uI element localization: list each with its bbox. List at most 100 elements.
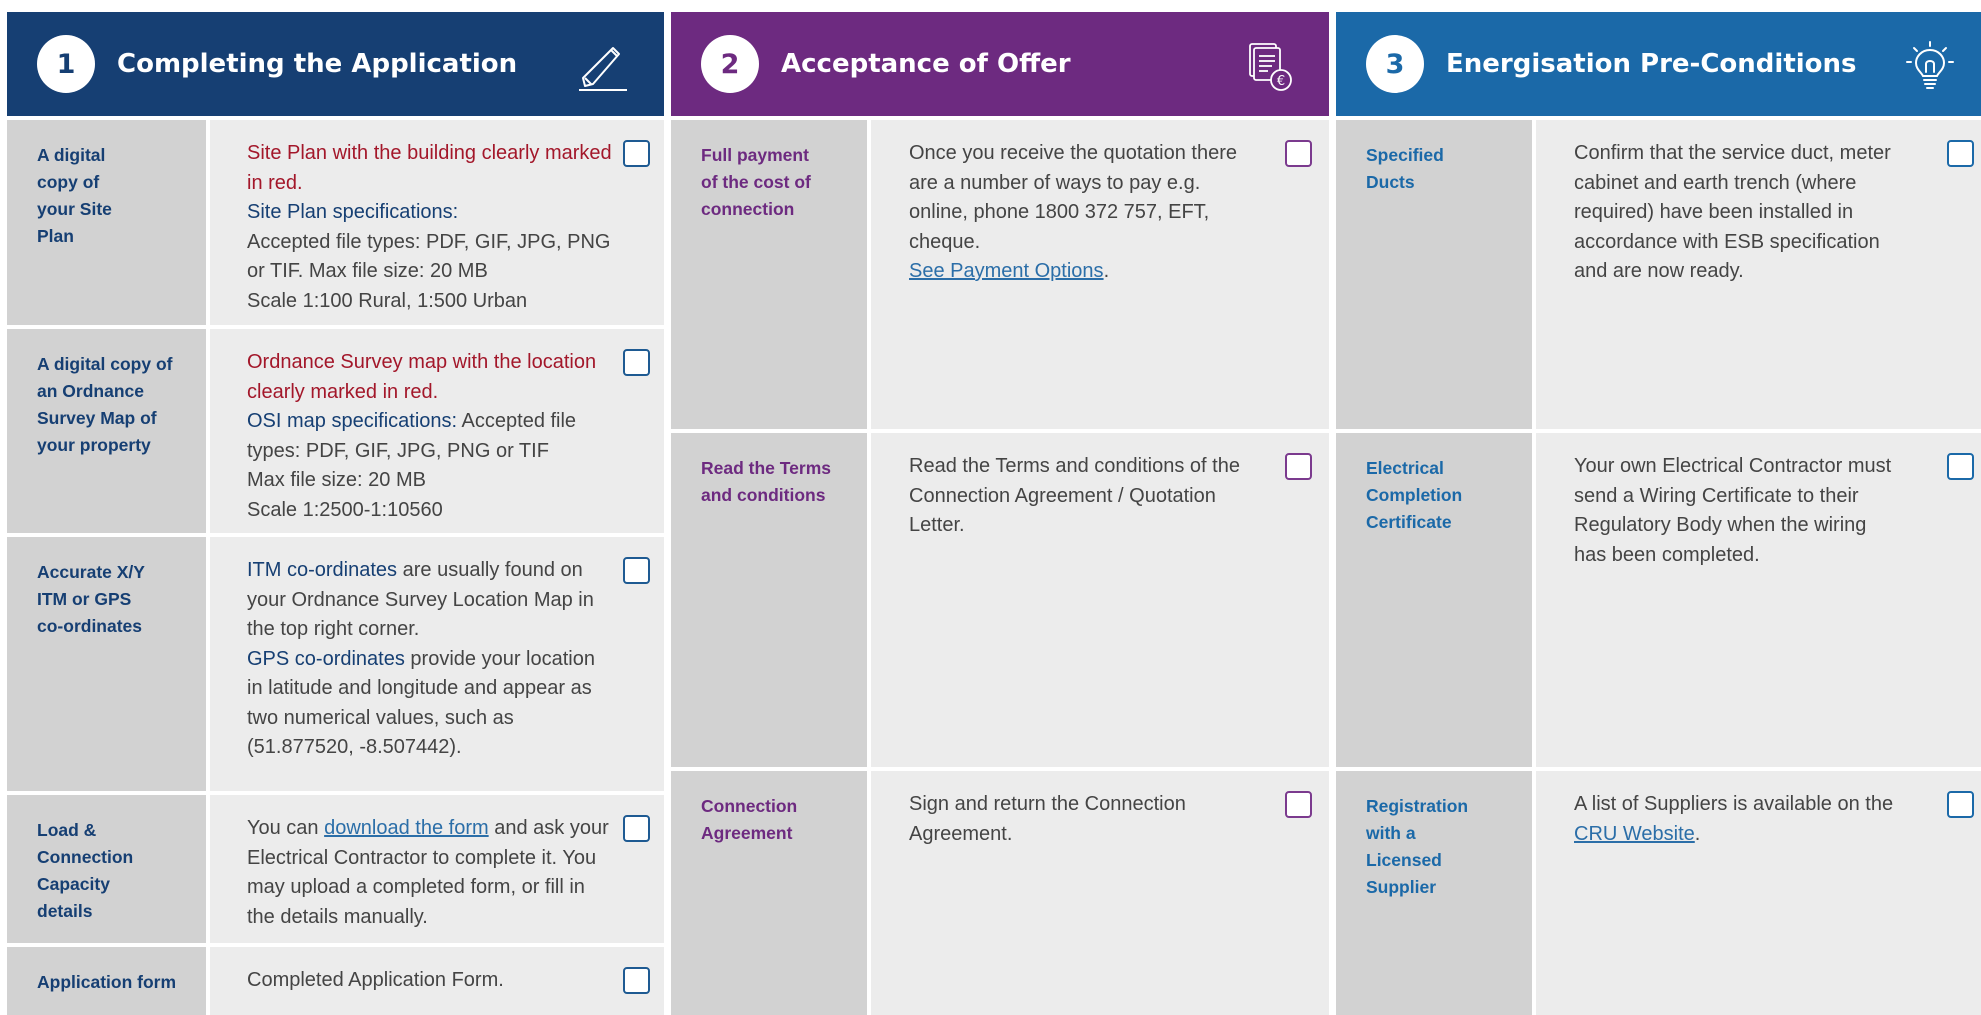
- document-euro-icon: €: [1249, 43, 1292, 91]
- description-text: ITM co-ordinates: [247, 559, 398, 581]
- description-text: Ordnance Survey map with the location cl…: [247, 351, 597, 403]
- description-line: Once you receive the quotation there are…: [909, 139, 1249, 257]
- checkbox[interactable]: [1947, 453, 1974, 480]
- checkbox[interactable]: [1285, 140, 1312, 167]
- row-label: A digital copy of your Site Plan: [7, 120, 206, 325]
- row-label: Full payment of the cost of connection: [671, 120, 867, 429]
- checklist-page: 1 Completing the Application A digital c…: [0, 0, 1981, 1015]
- description-text: Completed Application Form.: [247, 969, 504, 991]
- description-text: Your own Electrical Contractor must send…: [1574, 455, 1892, 566]
- checkbox[interactable]: [623, 140, 650, 167]
- checklist-row: Registration with a Licensed Supplier A …: [1336, 771, 1981, 1015]
- row-label: Read the Terms and conditions: [671, 433, 867, 767]
- description-text: You can: [247, 817, 325, 839]
- description-line: Scale 1:100 Rural, 1:500 Urban: [247, 287, 614, 317]
- row-description: Confirm that the service duct, meter cab…: [1536, 120, 1981, 429]
- checklist-row: Load & Connection Capacity details You c…: [7, 795, 664, 943]
- description-text: A list of Suppliers is available on the: [1574, 793, 1894, 815]
- description-line: Scale 1:2500-1:10560: [247, 496, 614, 526]
- description-line: Ordnance Survey map with the location cl…: [247, 348, 614, 407]
- checklist-row: Read the Terms and conditions Read the T…: [671, 433, 1329, 767]
- link[interactable]: See Payment Options: [909, 260, 1104, 282]
- checklist-row: Electrical Completion Certificate Your o…: [1336, 433, 1981, 767]
- description-text: Accepted file types: PDF, GIF, JPG, PNG …: [247, 230, 611, 283]
- checklist-row: Connection Agreement Sign and return the…: [671, 771, 1329, 1015]
- description-line: Max file size: 20 MB: [247, 466, 614, 496]
- step-number: 2: [701, 35, 759, 93]
- description-line: GPS co-ordinates provide your location i…: [247, 645, 614, 763]
- checkbox[interactable]: [623, 349, 650, 376]
- row-label: Application form: [7, 947, 206, 1015]
- section-header: 1 Completing the Application: [7, 12, 664, 116]
- pencil-icon: [579, 47, 627, 91]
- row-label: Load & Connection Capacity details: [7, 795, 206, 943]
- description-line: A list of Suppliers is available on the …: [1574, 790, 1901, 849]
- checkbox[interactable]: [623, 815, 650, 842]
- row-description: ITM co-ordinates are usually found on yo…: [210, 537, 664, 791]
- section-title: Completing the Application: [117, 49, 518, 79]
- description-text: GPS co-ordinates: [247, 647, 405, 670]
- row-description: Read the Terms and conditions of the Con…: [871, 433, 1329, 767]
- checklist-row: Accurate X/Y ITM or GPS co-ordinates ITM…: [7, 537, 664, 791]
- checkbox[interactable]: [1947, 791, 1974, 818]
- step-number: 1: [37, 35, 95, 93]
- row-label: A digital copy of an Ordnance Survey Map…: [7, 329, 206, 533]
- svg-text:€: €: [1277, 74, 1285, 89]
- description-text: Site Plan specifications:: [247, 201, 459, 223]
- description-text: Scale 1:2500-1:10560: [247, 498, 443, 521]
- description-line: Your own Electrical Contractor must send…: [1574, 452, 1901, 570]
- description-line: See Payment Options.: [909, 257, 1249, 287]
- description-line: Sign and return the Connection Agreement…: [909, 790, 1249, 849]
- section-title: Acceptance of Offer: [781, 49, 1071, 79]
- description-text: Max file size: 20 MB: [247, 469, 426, 491]
- row-label: Registration with a Licensed Supplier: [1336, 771, 1532, 1015]
- row-description: Site Plan with the building clearly mark…: [210, 120, 664, 325]
- row-description: You can download the form and ask your E…: [210, 795, 664, 943]
- description-line: Site Plan with the building clearly mark…: [247, 139, 614, 198]
- description-text: Scale 1:100 Rural, 1:500 Urban: [247, 289, 528, 312]
- description-line: OSI map specifications: Accepted file ty…: [247, 407, 614, 466]
- row-description: Once you receive the quotation there are…: [871, 120, 1329, 429]
- section-header: 3 Energisation Pre-Conditions: [1336, 12, 1981, 116]
- checkbox[interactable]: [1285, 453, 1312, 480]
- section-header: 2 Acceptance of Offer €: [671, 12, 1329, 116]
- description-text: Site Plan with the building clearly mark…: [247, 142, 612, 194]
- description-line: Site Plan specifications:: [247, 198, 614, 228]
- lightbulb-icon: [1906, 41, 1954, 89]
- link[interactable]: download the form: [324, 817, 489, 839]
- checkbox[interactable]: [623, 557, 650, 584]
- row-label: Electrical Completion Certificate: [1336, 433, 1532, 767]
- section-title: Energisation Pre-Conditions: [1446, 49, 1857, 79]
- checklist-row: A digital copy of your Site Plan Site Pl…: [7, 120, 664, 325]
- checkbox[interactable]: [623, 967, 650, 994]
- row-label: Connection Agreement: [671, 771, 867, 1015]
- row-description: Ordnance Survey map with the location cl…: [210, 329, 664, 533]
- checklist-row: Full payment of the cost of connection O…: [671, 120, 1329, 429]
- row-label: Specified Ducts: [1336, 120, 1532, 429]
- checklist-row: A digital copy of an Ordnance Survey Map…: [7, 329, 664, 533]
- description-text: Once you receive the quotation there are…: [909, 142, 1237, 253]
- row-description: Sign and return the Connection Agreement…: [871, 771, 1329, 1015]
- description-line: Accepted file types: PDF, GIF, JPG, PNG …: [247, 228, 614, 287]
- checklist-row: Application form Completed Application F…: [7, 947, 664, 1015]
- description-line: Read the Terms and conditions of the Con…: [909, 452, 1249, 541]
- description-line: Completed Application Form.: [247, 966, 614, 996]
- checkbox[interactable]: [1947, 140, 1974, 167]
- link[interactable]: CRU Website: [1574, 823, 1695, 845]
- section-completing-application: 1 Completing the Application A digital c…: [7, 12, 664, 1015]
- description-text: .: [1103, 260, 1110, 282]
- section-energisation-pre-conditions: 3 Energisation Pre-Conditions Specified …: [1336, 12, 1981, 1015]
- step-number: 3: [1366, 35, 1424, 93]
- row-label: Accurate X/Y ITM or GPS co-ordinates: [7, 537, 206, 791]
- row-description: Your own Electrical Contractor must send…: [1536, 433, 1981, 767]
- description-text: OSI map specifications:: [247, 410, 458, 432]
- checkbox[interactable]: [1285, 791, 1312, 818]
- row-description: A list of Suppliers is available on the …: [1536, 771, 1981, 1015]
- description-line: You can download the form and ask your E…: [247, 814, 614, 932]
- row-description: Completed Application Form.: [210, 947, 664, 1015]
- description-text: Read the Terms and conditions of the Con…: [909, 455, 1240, 536]
- description-text: .: [1694, 822, 1701, 845]
- checklist-row: Specified Ducts Confirm that the service…: [1336, 120, 1981, 429]
- description-text: Sign and return the Connection Agreement…: [909, 793, 1186, 845]
- description-line: Confirm that the service duct, meter cab…: [1574, 139, 1901, 287]
